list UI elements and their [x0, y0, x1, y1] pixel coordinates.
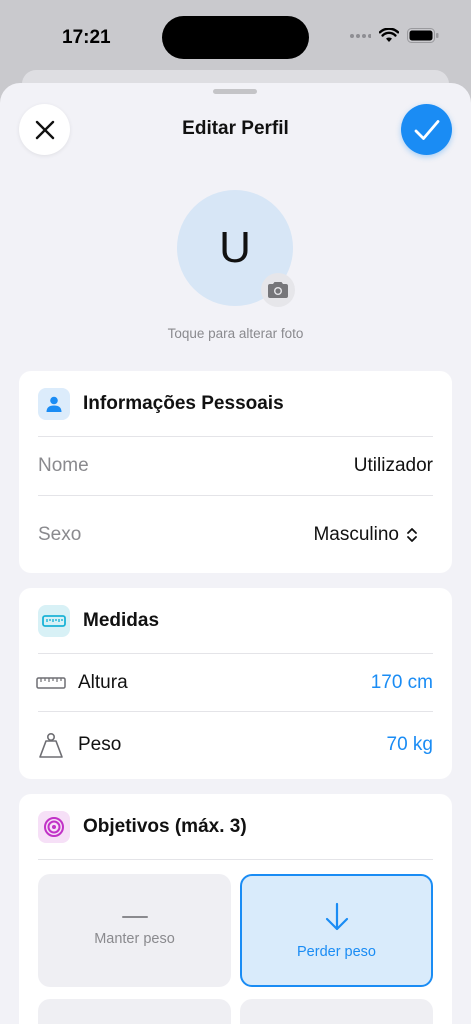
height-value[interactable]: 170 cm — [371, 672, 433, 694]
battery-icon — [407, 28, 439, 43]
sex-label: Sexo — [38, 523, 82, 545]
checkmark-icon — [414, 119, 439, 140]
minus-icon — [121, 915, 148, 918]
goals-card: Objetivos (máx. 3) Manter peso Perder pe… — [19, 794, 452, 1024]
goal-tile-next[interactable] — [240, 999, 433, 1024]
status-bar: 17:21 — [0, 0, 471, 76]
goal-tile-next[interactable] — [38, 999, 231, 1024]
sex-value: Masculino — [313, 523, 399, 545]
status-indicators — [349, 28, 439, 43]
scale-weight-icon — [36, 731, 66, 759]
goal-label: Perder peso — [297, 943, 376, 960]
avatar-hint: Toque para alterar foto — [167, 326, 304, 341]
ruler-icon — [38, 604, 70, 637]
signal-icon — [350, 33, 371, 38]
sheet-grabber[interactable] — [213, 89, 257, 94]
measures-title: Medidas — [83, 609, 160, 631]
weight-row-left: Peso — [36, 731, 121, 759]
avatar-initial: U — [219, 223, 251, 272]
goal-label: Manter peso — [94, 930, 175, 947]
goals-title: Objetivos (máx. 3) — [83, 815, 247, 837]
sex-picker[interactable]: Masculino — [313, 524, 433, 546]
dynamic-island — [162, 16, 309, 59]
goals-header: Objetivos (máx. 3) — [19, 794, 452, 859]
edit-profile-sheet: Editar Perfil U Toque para alterar foto … — [0, 83, 471, 1024]
weight-label: Peso — [78, 734, 122, 755]
divider — [38, 859, 433, 860]
weight-value[interactable]: 70 kg — [387, 734, 433, 756]
height-label: Altura — [78, 671, 128, 693]
chevron-up-down-icon — [407, 527, 417, 542]
height-row[interactable]: Altura 170 cm — [19, 654, 452, 711]
sex-row[interactable]: Sexo Masculino — [19, 496, 452, 573]
person-icon — [38, 387, 70, 420]
measures-card: Medidas Altura 170 cm Peso 70 kg — [19, 588, 452, 779]
goal-maintain-weight[interactable]: Manter peso — [38, 874, 231, 987]
personal-info-card: Informações Pessoais Nome Utilizador Sex… — [19, 371, 452, 573]
camera-icon — [268, 282, 288, 298]
name-label: Nome — [38, 455, 89, 476]
name-row[interactable]: Nome Utilizador — [19, 437, 452, 495]
status-time: 17:21 — [62, 27, 111, 48]
personal-info-header: Informações Pessoais — [19, 371, 452, 436]
arrow-down-icon — [325, 902, 348, 930]
wifi-icon — [379, 28, 399, 42]
height-ruler-icon — [36, 676, 66, 689]
height-row-left: Altura — [36, 672, 128, 694]
name-field[interactable]: Utilizador — [354, 455, 433, 477]
weight-row[interactable]: Peso 70 kg — [19, 712, 452, 778]
change-photo-button[interactable] — [261, 273, 295, 307]
target-icon — [38, 810, 70, 843]
confirm-button[interactable] — [401, 104, 452, 155]
measures-header: Medidas — [19, 588, 452, 653]
personal-info-title: Informações Pessoais — [83, 392, 284, 414]
goal-lose-weight[interactable]: Perder peso — [240, 874, 433, 987]
